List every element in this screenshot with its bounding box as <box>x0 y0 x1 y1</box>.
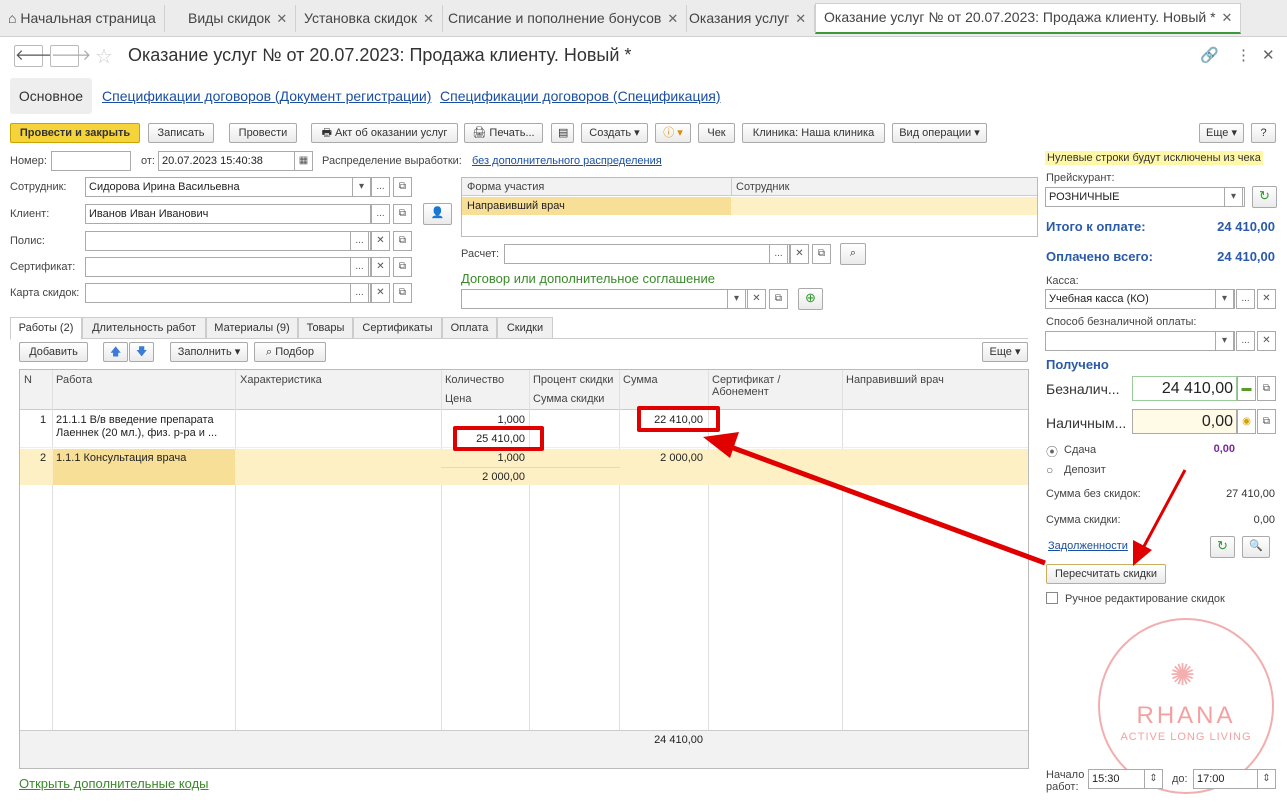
arrow-head <box>703 432 739 458</box>
annotation-arrows <box>703 432 1187 566</box>
arrow-head <box>1133 540 1152 566</box>
arrow-line <box>727 443 1046 566</box>
arrow-line <box>1140 469 1187 551</box>
